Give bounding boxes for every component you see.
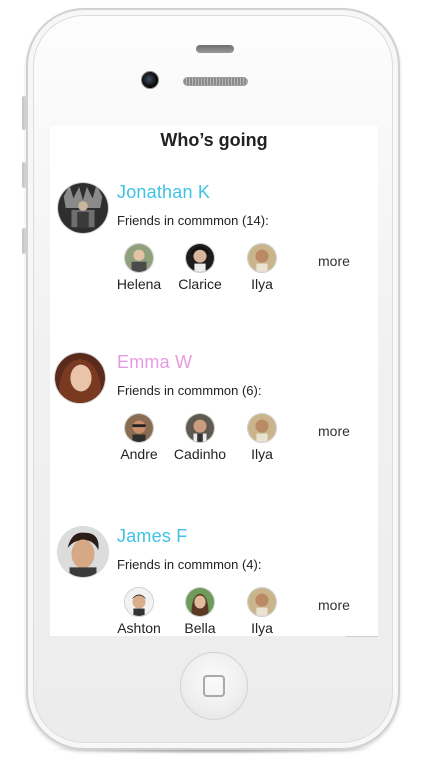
friend-avatar bbox=[247, 413, 277, 443]
friend-photo-icon bbox=[248, 414, 276, 442]
friend-photo-icon bbox=[125, 414, 153, 442]
avatar-photo-icon bbox=[58, 527, 108, 577]
friends-in-common-label: Friends in commmon (6): bbox=[117, 383, 262, 398]
avatar[interactable] bbox=[57, 182, 109, 234]
more-friends-link[interactable]: more bbox=[318, 597, 350, 613]
attendee-card[interactable]: Jonathan K Friends in commmon (14): Hele… bbox=[50, 182, 378, 312]
friend-avatar bbox=[247, 587, 277, 617]
friend-item[interactable]: Ilya bbox=[227, 243, 297, 292]
app-screen: Who’s going Jonathan K Friends in commmo… bbox=[50, 126, 378, 636]
attendee-name[interactable]: James F bbox=[117, 526, 187, 547]
earpiece-speaker bbox=[183, 77, 248, 86]
page-title: Who’s going bbox=[160, 130, 268, 150]
friend-photo-icon bbox=[125, 244, 153, 272]
friend-name: Andre bbox=[120, 446, 158, 462]
friend-item[interactable]: Helena bbox=[104, 243, 174, 292]
friend-name: Helena bbox=[116, 276, 162, 292]
friend-name: Ilya bbox=[251, 276, 273, 292]
friend-photo-icon bbox=[186, 244, 214, 272]
friend-item[interactable]: Bella bbox=[165, 587, 235, 636]
attendee-name[interactable]: Jonathan K bbox=[117, 182, 210, 203]
friend-photo-icon bbox=[186, 414, 214, 442]
screen-edge-divider bbox=[346, 636, 378, 637]
avatar[interactable] bbox=[57, 526, 109, 578]
friend-avatar bbox=[185, 587, 215, 617]
friends-in-common-label: Friends in commmon (4): bbox=[117, 557, 262, 572]
friend-item[interactable]: Ashton bbox=[104, 587, 174, 636]
home-square-icon bbox=[203, 675, 225, 697]
friend-avatar bbox=[124, 587, 154, 617]
friend-name: Ilya bbox=[251, 620, 273, 636]
attendee-name[interactable]: Emma W bbox=[117, 352, 192, 373]
attendee-card[interactable]: Emma W Friends in commmon (6): Andre Cad… bbox=[50, 352, 378, 482]
friend-name: Ilya bbox=[251, 446, 273, 462]
friend-photo-icon bbox=[125, 588, 153, 616]
friend-avatar bbox=[124, 243, 154, 273]
friend-item[interactable]: Cadinho bbox=[165, 413, 235, 462]
friend-item[interactable]: Clarice bbox=[165, 243, 235, 292]
friend-item[interactable]: Ilya bbox=[227, 413, 297, 462]
home-button[interactable] bbox=[180, 652, 248, 720]
avatar-photo-icon bbox=[55, 353, 105, 403]
more-friends-link[interactable]: more bbox=[318, 423, 350, 439]
friend-name: Clarice bbox=[178, 276, 222, 292]
friend-name: Cadinho bbox=[173, 446, 227, 462]
friend-photo-icon bbox=[248, 244, 276, 272]
friend-avatar bbox=[185, 243, 215, 273]
friend-item[interactable]: Andre bbox=[104, 413, 174, 462]
attendee-card[interactable]: James F Friends in commmon (4): Ashton B… bbox=[50, 526, 378, 636]
device-mockup: Who’s going Jonathan K Friends in commmo… bbox=[0, 0, 425, 780]
friend-name: Ashton bbox=[117, 620, 161, 636]
friend-photo-icon bbox=[248, 588, 276, 616]
friend-photo-icon bbox=[186, 588, 214, 616]
avatar[interactable] bbox=[54, 352, 106, 404]
friend-avatar bbox=[185, 413, 215, 443]
more-friends-link[interactable]: more bbox=[318, 253, 350, 269]
friend-avatar bbox=[247, 243, 277, 273]
avatar-photo-icon bbox=[58, 183, 108, 233]
front-camera-icon bbox=[141, 71, 159, 89]
friends-in-common-label: Friends in commmon (14): bbox=[117, 213, 269, 228]
friend-item[interactable]: Ilya bbox=[227, 587, 297, 636]
friend-avatar bbox=[124, 413, 154, 443]
proximity-sensor bbox=[196, 45, 234, 53]
friend-name: Bella bbox=[184, 620, 216, 636]
